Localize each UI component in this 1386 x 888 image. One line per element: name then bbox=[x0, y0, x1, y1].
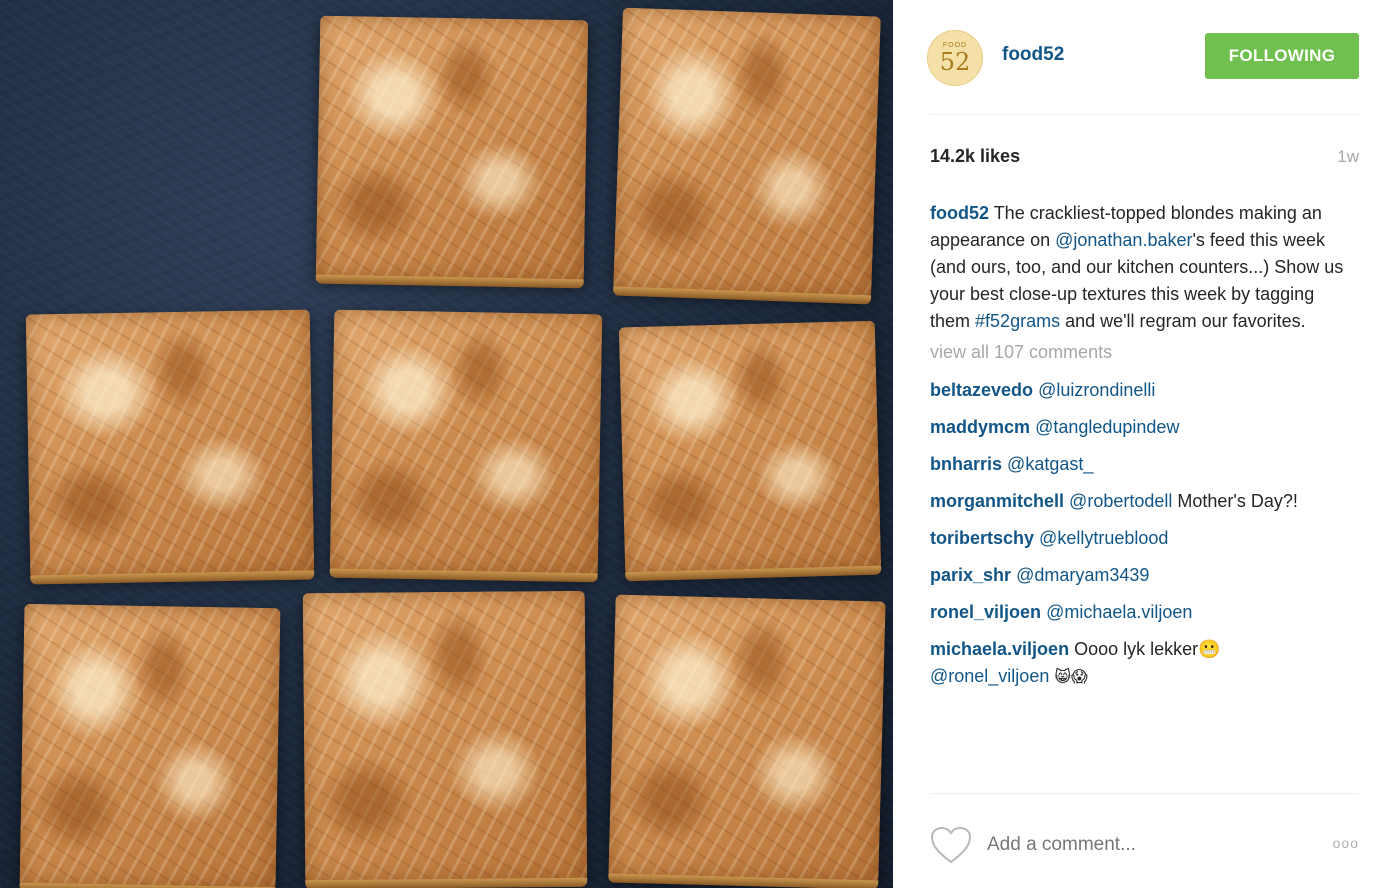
post-time: 1w bbox=[1337, 147, 1359, 166]
comment-username[interactable]: morganmitchell bbox=[930, 491, 1064, 511]
comment-text: Oooo lyk lekker😬 bbox=[1074, 639, 1221, 659]
comment-item: michaela.viljoen Oooo lyk lekker😬 @ronel_… bbox=[930, 636, 1359, 691]
comment-item: parix_shr @dmaryam3439 bbox=[930, 562, 1359, 589]
comment-item: maddymcm @tangledupindew bbox=[930, 414, 1359, 441]
blondie-bar bbox=[608, 594, 886, 884]
comment-item: ronel_viljoen @michaela.viljoen bbox=[930, 599, 1359, 626]
comment-mention[interactable]: @dmaryam3439 bbox=[1016, 565, 1149, 585]
heart-outline-icon[interactable] bbox=[930, 826, 972, 866]
comment-mention[interactable]: @katgast_ bbox=[1007, 454, 1093, 474]
ellipsis-icon[interactable]: ooo bbox=[1333, 835, 1359, 851]
comment-username[interactable]: maddymcm bbox=[930, 417, 1030, 437]
blondie-bar bbox=[618, 320, 882, 576]
following-button[interactable]: FOLLOWING bbox=[1205, 33, 1359, 79]
comment-emoji: 😸😱 bbox=[1054, 669, 1088, 686]
avatar-text-big: 52 bbox=[939, 48, 971, 76]
comment-username[interactable]: ronel_viljoen bbox=[930, 602, 1041, 622]
blondie-bar bbox=[613, 7, 881, 299]
likes-count[interactable]: 14.2k likes bbox=[930, 146, 1020, 167]
comment-list: food52 The crackliest-topped blondes mak… bbox=[930, 200, 1359, 701]
blondie-bar bbox=[25, 309, 315, 579]
post-photo[interactable] bbox=[0, 0, 893, 888]
post-caption: food52 The crackliest-topped blondes mak… bbox=[930, 200, 1359, 335]
username-link[interactable]: food52 bbox=[1002, 44, 1064, 66]
avatar[interactable]: FOOD 52 bbox=[927, 30, 983, 86]
comment-mention[interactable]: @luizrondinelli bbox=[1038, 380, 1155, 400]
comment-mention[interactable]: @ronel_viljoen bbox=[930, 666, 1049, 686]
comment-mention[interactable]: @kellytrueblood bbox=[1039, 528, 1168, 548]
comment-item: beltazevedo @luizrondinelli bbox=[930, 377, 1359, 404]
header-divider bbox=[930, 114, 1359, 115]
caption-username[interactable]: food52 bbox=[930, 203, 989, 223]
post-meta: 14.2k likes 1w bbox=[930, 146, 1359, 170]
blondie-bar bbox=[329, 309, 603, 577]
comment-mention[interactable]: @robertodell bbox=[1069, 491, 1172, 511]
comment-item: bnharris @katgast_ bbox=[930, 451, 1359, 478]
comments-divider bbox=[930, 793, 1359, 794]
post-header: FOOD 52 food52 FOLLOWING bbox=[927, 30, 1359, 86]
comment-username[interactable]: michaela.viljoen bbox=[930, 639, 1069, 659]
comment-username[interactable]: parix_shr bbox=[930, 565, 1011, 585]
comment-item: morganmitchell @robertodell Mother's Day… bbox=[930, 488, 1359, 515]
blondie-bar bbox=[19, 603, 281, 888]
blondie-bar bbox=[315, 15, 589, 283]
comment-username[interactable]: bnharris bbox=[930, 454, 1002, 474]
blondie-bar bbox=[302, 590, 588, 884]
add-comment-input[interactable] bbox=[987, 830, 1307, 860]
comment-username[interactable]: beltazevedo bbox=[930, 380, 1033, 400]
comment-item: toribertschy @kellytrueblood bbox=[930, 525, 1359, 552]
comment-text: Mother's Day?! bbox=[1172, 491, 1298, 511]
add-comment-row: ooo bbox=[930, 820, 1359, 870]
post-sidebar: FOOD 52 food52 FOLLOWING 14.2k likes 1w … bbox=[893, 0, 1386, 888]
caption-hashtag[interactable]: #f52grams bbox=[975, 311, 1060, 331]
view-all-comments-link[interactable]: view all 107 comments bbox=[930, 340, 1112, 364]
comment-mention[interactable]: @tangledupindew bbox=[1035, 417, 1179, 437]
comment-mention[interactable]: @michaela.viljoen bbox=[1046, 602, 1192, 622]
caption-mention[interactable]: @jonathan.baker bbox=[1055, 230, 1192, 250]
comment-username[interactable]: toribertschy bbox=[930, 528, 1034, 548]
caption-text: and we'll regram our favorites. bbox=[1060, 311, 1306, 331]
